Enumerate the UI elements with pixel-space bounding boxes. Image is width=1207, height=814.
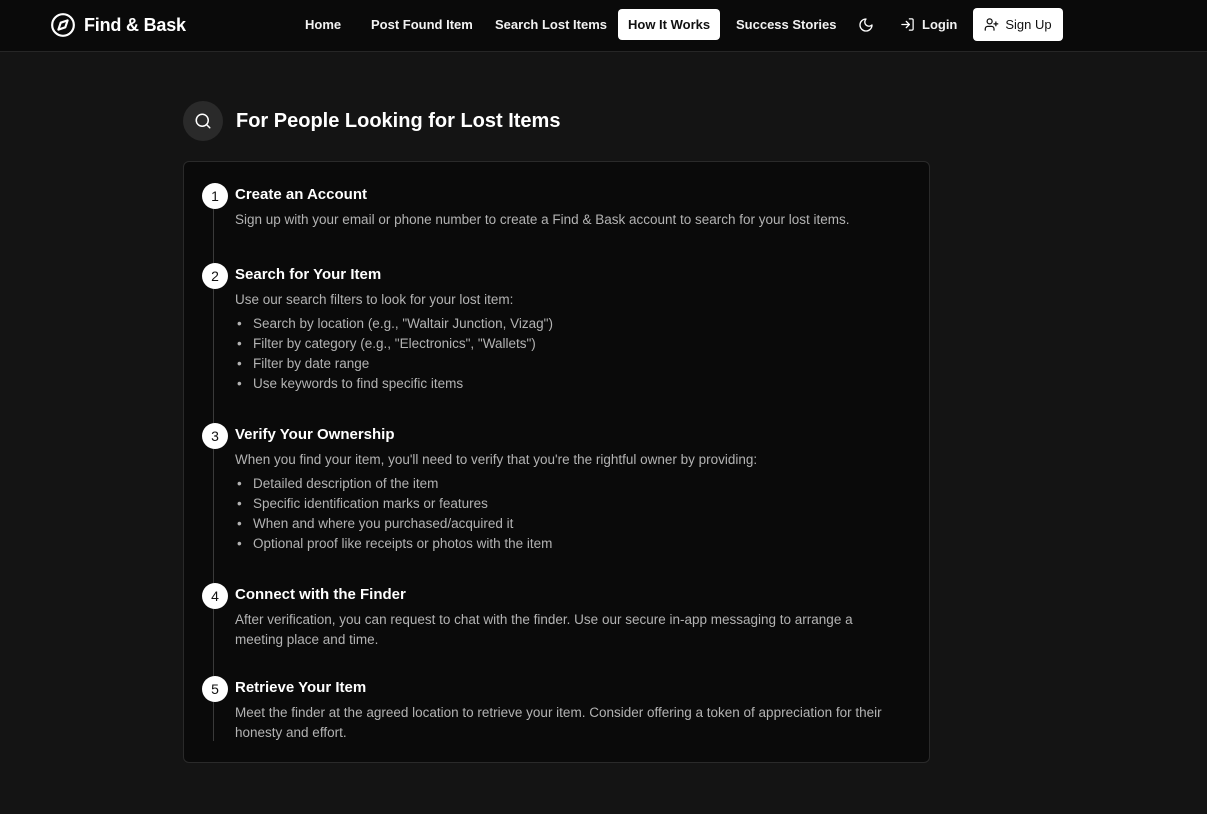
compass-icon	[51, 13, 75, 37]
log-in-icon	[901, 18, 914, 31]
section-header: For People Looking for Lost Items	[183, 101, 560, 141]
section-icon-badge	[183, 101, 223, 141]
list-item: Detailed description of the item	[235, 474, 552, 494]
step-number-badge: 1	[202, 183, 228, 209]
search-icon	[195, 113, 211, 129]
nav-post-found-item[interactable]: Post Found Item	[361, 9, 483, 40]
login-button[interactable]: Login	[900, 9, 957, 40]
step-description: Use our search filters to look for your …	[235, 292, 514, 307]
list-item: Use keywords to find specific items	[235, 374, 553, 394]
step-number-badge: 2	[202, 263, 228, 289]
nav-search-lost-items[interactable]: Search Lost Items	[485, 9, 617, 40]
sign-up-label: Sign Up	[1005, 17, 1052, 32]
step-description: When you find your item, you'll need to …	[235, 452, 758, 467]
step-bullet-list: Search by location (e.g., "Waltair Junct…	[235, 314, 553, 394]
nav-success-stories[interactable]: Success Stories	[726, 9, 846, 40]
nav-how-it-works[interactable]: How It Works	[618, 9, 721, 40]
step-description: Meet the finder at the agreed location t…	[235, 705, 882, 740]
top-navbar: Find & Bask Home Post Found Item Search …	[0, 0, 1207, 52]
step-bullet-list: Detailed description of the item Specifi…	[235, 474, 552, 554]
brand-name: Find & Bask	[84, 14, 186, 35]
step-title: Create an Account	[235, 186, 367, 203]
user-plus-icon	[985, 18, 999, 31]
step-number-badge: 5	[202, 676, 228, 702]
login-label: Login	[922, 17, 958, 32]
step-number-badge: 3	[202, 423, 228, 449]
theme-toggle-button[interactable]	[855, 14, 877, 36]
moon-icon	[859, 18, 873, 32]
step-number-badge: 4	[202, 583, 228, 609]
step-description: After verification, you can request to c…	[235, 612, 853, 647]
brand-logo-link[interactable]: Find & Bask	[50, 12, 186, 38]
section-title: For People Looking for Lost Items	[236, 109, 561, 132]
nav-home[interactable]: Home	[295, 9, 351, 40]
step-title: Connect with the Finder	[235, 586, 406, 603]
list-item: Filter by date range	[235, 354, 553, 374]
step-title: Search for Your Item	[235, 266, 382, 283]
step-description: Sign up with your email or phone number …	[235, 212, 850, 227]
step-title: Verify Your Ownership	[235, 426, 395, 443]
step-title: Retrieve Your Item	[235, 679, 367, 696]
sign-up-button[interactable]: Sign Up	[973, 8, 1063, 41]
list-item: When and where you purchased/acquired it	[235, 514, 552, 534]
list-item: Search by location (e.g., "Waltair Junct…	[235, 314, 553, 334]
list-item: Specific identification marks or feature…	[235, 494, 552, 514]
list-item: Filter by category (e.g., "Electronics",…	[235, 334, 553, 354]
list-item: Optional proof like receipts or photos w…	[235, 534, 552, 554]
